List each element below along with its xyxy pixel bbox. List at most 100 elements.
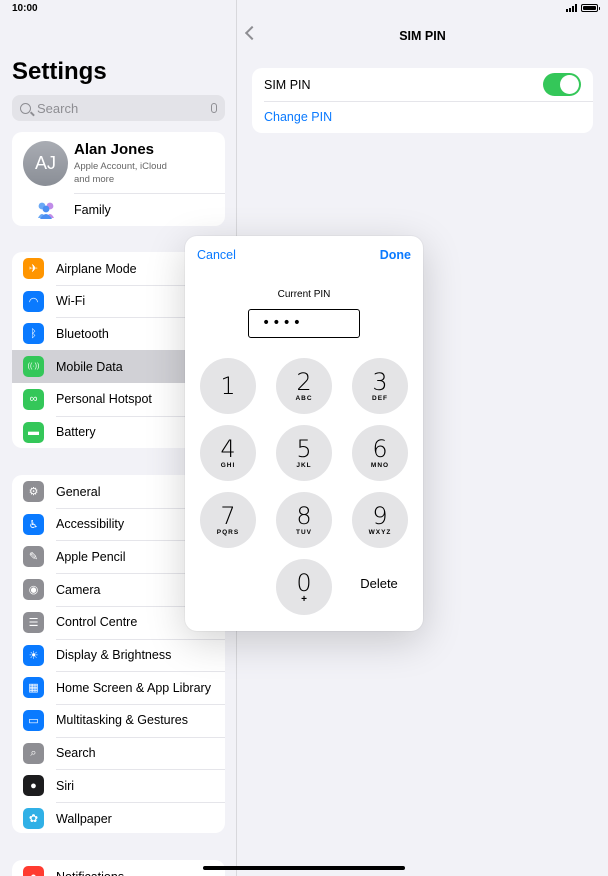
- gear-icon: ⚙: [23, 481, 44, 502]
- key-1[interactable]: 1: [200, 358, 256, 414]
- key-digit: 4: [220, 434, 236, 463]
- sidebar-item-label: Home Screen & App Library: [56, 680, 211, 695]
- sidebar-item-display-brightness[interactable]: ☀ Display & Brightness: [12, 638, 225, 672]
- status-indicators: [566, 4, 600, 12]
- search-icon: ⌕: [23, 742, 44, 764]
- battery-icon: ▬: [23, 421, 44, 443]
- sidebar-item-label: Battery: [56, 425, 96, 439]
- sidebar-item-siri[interactable]: ● Siri: [12, 769, 225, 802]
- multitasking-icon: ▭: [23, 709, 44, 731]
- home-screen-icon: ▦: [23, 677, 44, 699]
- key-letters: WXYZ: [368, 528, 392, 536]
- sidebar-item-label: General: [56, 484, 101, 499]
- switches-icon: ☰: [23, 611, 44, 633]
- key-6[interactable]: 6 MNO: [352, 425, 408, 481]
- row-divider: [56, 802, 225, 803]
- change-pin-link[interactable]: Change PIN: [264, 110, 332, 124]
- key-8[interactable]: 8 TUV: [276, 492, 332, 548]
- hotspot-icon: ∞: [23, 388, 44, 410]
- key-9[interactable]: 9 WXYZ: [352, 492, 408, 548]
- sim-pin-card: SIM PIN Change PIN: [252, 68, 593, 133]
- detail-title: SIM PIN: [399, 29, 446, 43]
- page-title: Settings: [12, 58, 107, 85]
- family-row[interactable]: Family: [12, 193, 225, 226]
- key-digit: 5: [296, 434, 312, 463]
- row-divider: [56, 638, 225, 640]
- key-3[interactable]: 3 DEF: [352, 358, 408, 414]
- key-5[interactable]: 5 JKL: [276, 425, 332, 481]
- key-digit: 2: [296, 367, 312, 396]
- sidebar-item-label: Accessibility: [56, 517, 125, 532]
- sidebar-item-multitasking-gestures[interactable]: ▭ Multitasking & Gestures: [12, 703, 225, 737]
- key-letters: +: [301, 593, 307, 605]
- row-divider: [56, 769, 225, 771]
- key-digit: 8: [296, 501, 312, 530]
- sidebar-item-label: Control Centre: [56, 615, 138, 630]
- key-letters: JKL: [296, 461, 312, 469]
- account-row[interactable]: AJ Alan Jones Apple Account, iCloud and …: [12, 132, 225, 194]
- sidebar-item-label: Multitasking & Gestures: [56, 713, 188, 728]
- sidebar-item-label: Apple Pencil: [56, 549, 126, 564]
- family-icon: [34, 198, 58, 222]
- key-digit: 9: [372, 501, 388, 530]
- sidebar-item-label: Wi-Fi: [56, 294, 86, 309]
- key-digit: 0: [296, 568, 312, 597]
- sidebar-item-wallpaper[interactable]: ✿ Wallpaper: [12, 802, 225, 833]
- search-input[interactable]: Search: [12, 95, 225, 121]
- key-digit: 7: [220, 501, 236, 530]
- account-subtitle: Apple Account, iCloud and more: [74, 161, 167, 185]
- microphone-icon[interactable]: [211, 103, 217, 113]
- change-pin-row[interactable]: Change PIN: [252, 101, 593, 133]
- cancel-button[interactable]: Cancel: [197, 248, 236, 262]
- key-2[interactable]: 2 ABC: [276, 358, 332, 414]
- row-divider: [56, 703, 225, 705]
- notifications-group: ● Notifications: [12, 860, 225, 876]
- sun-icon: ☀: [23, 644, 44, 666]
- sim-pin-row: SIM PIN: [252, 68, 593, 101]
- accessibility-icon: ♿: [23, 513, 44, 535]
- pin-prompt: Current PIN: [277, 289, 331, 300]
- pencil-icon: ✎: [23, 546, 44, 568]
- family-label: Family: [74, 203, 111, 217]
- notifications-icon: ●: [23, 866, 44, 876]
- sidebar-item-label: Search: [56, 746, 96, 761]
- key-letters: ABC: [295, 394, 313, 402]
- sidebar-item-search[interactable]: ⌕ Search: [12, 736, 225, 770]
- delete-button[interactable]: Delete: [349, 576, 409, 591]
- bluetooth-icon: ᛒ: [23, 323, 44, 345]
- avatar: AJ: [23, 141, 68, 186]
- done-button[interactable]: Done: [380, 248, 411, 262]
- key-digit: 3: [372, 367, 388, 396]
- key-letters: MNO: [370, 461, 390, 469]
- sim-pin-toggle[interactable]: [543, 73, 581, 96]
- key-7[interactable]: 7 PQRS: [200, 492, 256, 548]
- sidebar-item-label: Siri: [56, 778, 75, 793]
- home-indicator: [203, 866, 405, 870]
- key-letters: GHI: [220, 461, 236, 469]
- account-name: Alan Jones: [74, 141, 155, 158]
- search-placeholder: Search: [37, 100, 79, 116]
- sidebar-item-label: Airplane Mode: [56, 261, 137, 276]
- sidebar-item-label: Personal Hotspot: [56, 392, 152, 407]
- sidebar-item-notifications[interactable]: ● Notifications: [12, 860, 225, 876]
- sidebar-item-label: Mobile Data: [56, 359, 123, 374]
- key-4[interactable]: 4 GHI: [200, 425, 256, 481]
- pin-entry-popover: Cancel Done Current PIN •••• 1 2 ABC 3 DEF 4 G…: [185, 236, 423, 631]
- flower-icon: ✿: [23, 808, 44, 829]
- pin-input[interactable]: ••••: [248, 309, 360, 338]
- key-letters: PQRS: [216, 528, 240, 536]
- sidebar-item-home-screen-app-library[interactable]: ▦ Home Screen & App Library: [12, 671, 225, 704]
- key-digit: 1: [220, 372, 236, 400]
- cellular-signal-icon: [566, 4, 577, 12]
- sidebar-item-label: Bluetooth: [56, 326, 109, 341]
- row-divider: [56, 671, 225, 673]
- sidebar-item-label: Camera: [56, 582, 101, 597]
- sidebar-item-label: Display & Brightness: [56, 648, 172, 662]
- antenna-icon: ((·)): [23, 356, 44, 378]
- sim-pin-label: SIM PIN: [264, 78, 311, 92]
- battery-status-icon: [581, 4, 600, 12]
- wifi-icon: ◠: [23, 290, 44, 312]
- row-divider: [56, 736, 225, 738]
- sidebar-item-label: Notifications: [56, 870, 124, 876]
- key-0[interactable]: 0 +: [276, 559, 332, 615]
